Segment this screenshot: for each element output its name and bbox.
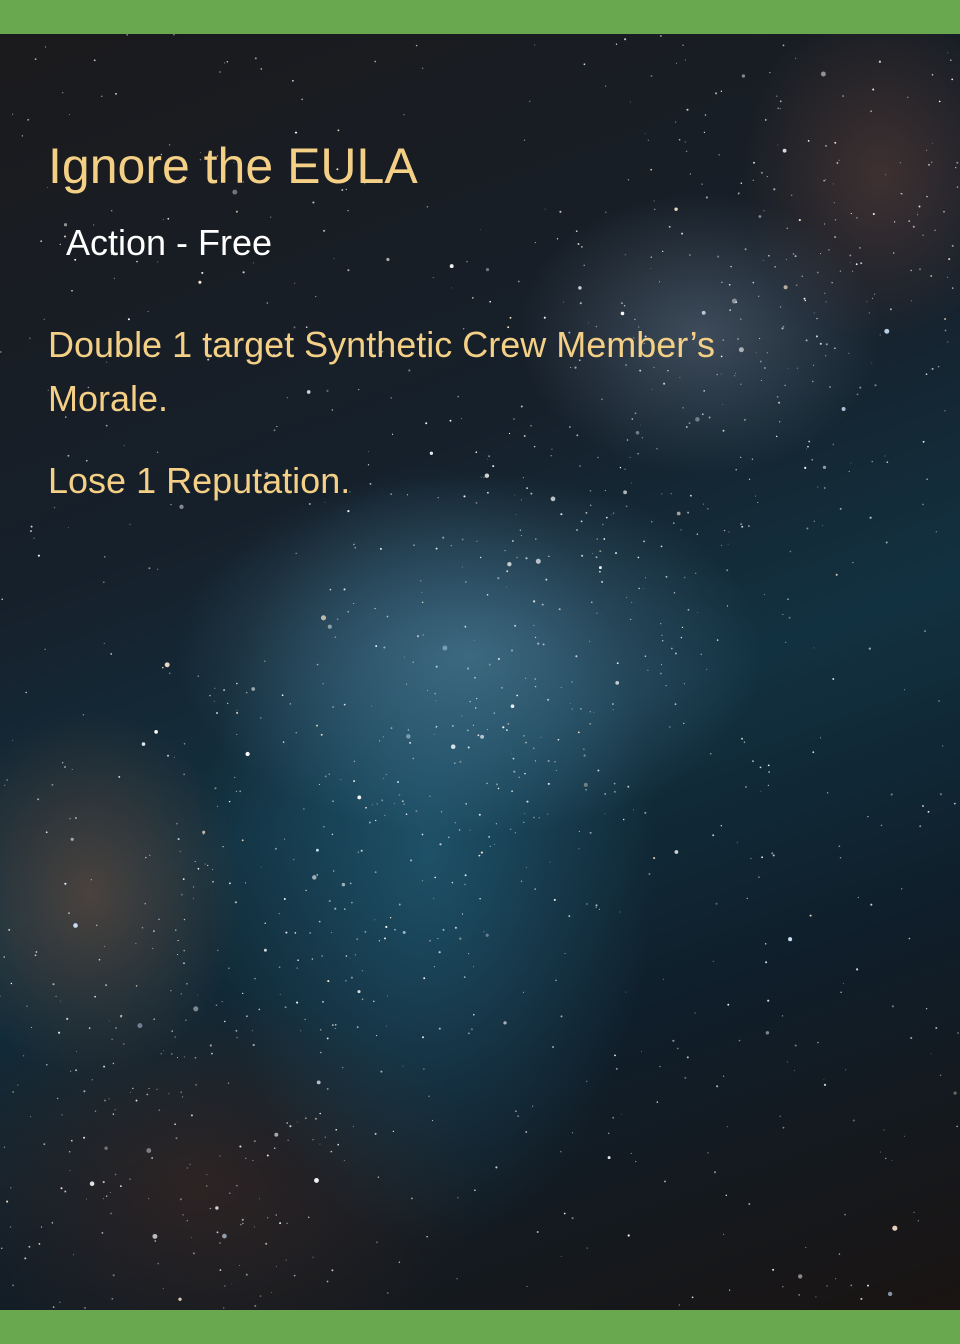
- card-rule-2: Lose 1 Reputation.: [48, 460, 351, 501]
- card-type-line: Action - Free: [66, 222, 273, 263]
- top-border-bar: [0, 0, 960, 34]
- game-card: Ignore the EULA Action - Free Double 1 t…: [0, 0, 960, 1344]
- card-text-area: Ignore the EULA Action - Free Double 1 t…: [0, 34, 960, 1310]
- bottom-border-bar: [0, 1310, 960, 1344]
- starfield-background: Ignore the EULA Action - Free Double 1 t…: [0, 34, 960, 1310]
- card-rule-1: Double 1 target Synthetic Crew Member’s …: [48, 324, 715, 419]
- card-title: Ignore the EULA: [48, 138, 418, 194]
